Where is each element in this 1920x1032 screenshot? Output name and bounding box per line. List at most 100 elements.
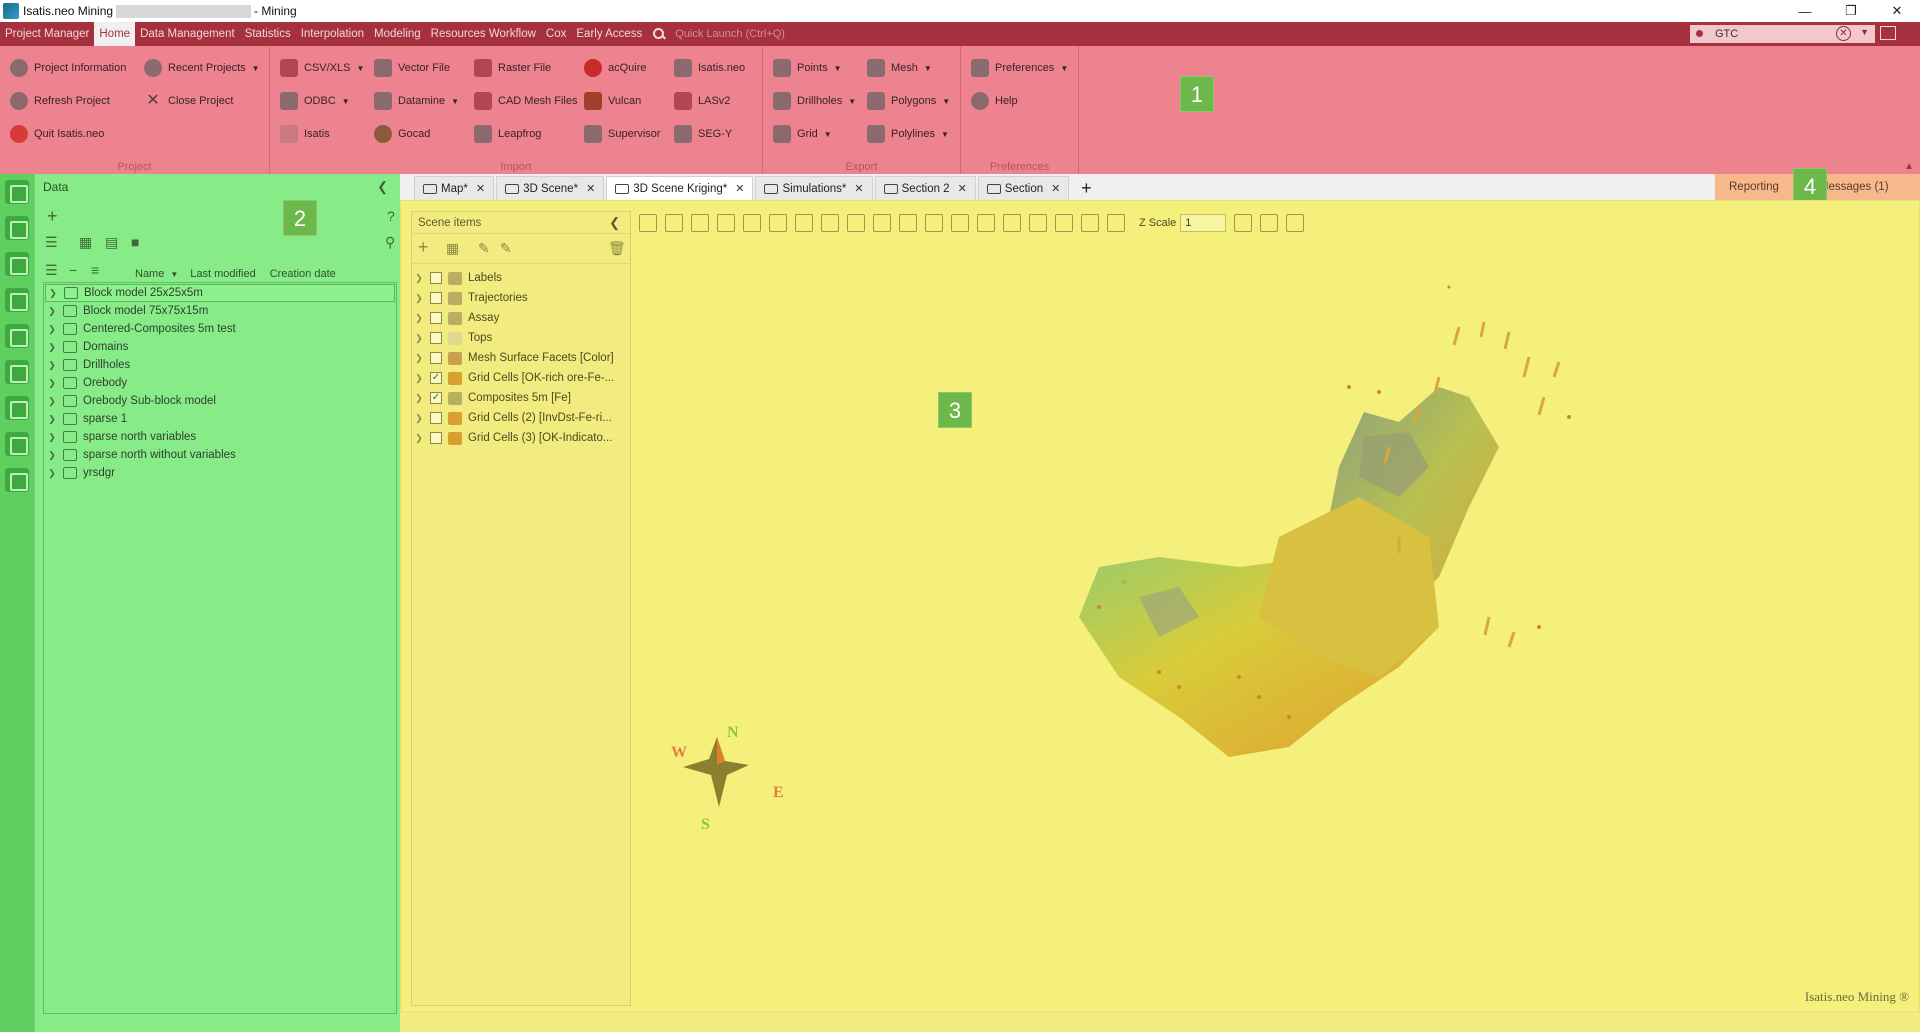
expand-icon[interactable]: ❯ xyxy=(412,353,426,364)
column-name[interactable]: Name xyxy=(135,268,164,280)
pan-hand-icon[interactable] xyxy=(769,214,787,232)
3d-viewport[interactable]: N W E S xyxy=(639,237,1914,1007)
minimize-icon[interactable]: — xyxy=(1782,0,1828,22)
marker-icon[interactable] xyxy=(1234,214,1253,232)
data-view-icon[interactable] xyxy=(5,180,29,204)
import-vector-button[interactable]: Vector File xyxy=(374,56,450,80)
menu-data-management[interactable]: Data Management xyxy=(135,22,240,46)
scene-item[interactable]: ❯ ✓ Composites 5m [Fe] xyxy=(412,388,630,408)
import-segy-button[interactable]: SEG-Y xyxy=(674,122,732,146)
tab-0[interactable]: Map* ✕ xyxy=(414,176,495,200)
scene-item[interactable]: ❯ Mesh Surface Facets [Color] xyxy=(412,348,630,368)
messages-tab[interactable]: Messages (1) xyxy=(1819,181,1889,193)
recent-projects-button[interactable]: Recent Projects ▼ xyxy=(144,56,260,80)
expand-icon[interactable]: ❯ xyxy=(45,396,59,407)
export-drillholes-button[interactable]: Drillholes ▼ xyxy=(773,89,856,113)
import-vulcan-button[interactable]: Vulcan xyxy=(584,89,641,113)
expand-icon[interactable]: ❯ xyxy=(45,432,59,443)
paste-icon[interactable] xyxy=(1107,214,1125,232)
settings-icon[interactable] xyxy=(1260,214,1279,232)
import-leapfrog-button[interactable]: Leapfrog xyxy=(474,122,541,146)
export-mesh-button[interactable]: Mesh ▼ xyxy=(867,56,932,80)
measure-icon[interactable] xyxy=(1003,214,1021,232)
expand-icon[interactable]: ❯ xyxy=(45,378,59,389)
visibility-checkbox[interactable] xyxy=(430,292,442,304)
clip-box-icon[interactable] xyxy=(873,214,891,232)
add-tab-icon[interactable]: + xyxy=(1075,178,1097,200)
save-icon[interactable] xyxy=(665,214,683,232)
export-polygons-button[interactable]: Polygons ▼ xyxy=(867,89,950,113)
clear-icon[interactable]: ✕ xyxy=(1836,26,1851,41)
expand-icon[interactable]: ❯ xyxy=(412,393,426,404)
import-gocad-button[interactable]: Gocad xyxy=(374,122,430,146)
run-icon[interactable] xyxy=(5,468,29,492)
close-tab-icon[interactable]: ✕ xyxy=(476,182,485,195)
restore-icon[interactable]: ❐ xyxy=(1828,0,1874,22)
import-isatisneo-button[interactable]: Isatis.neo xyxy=(674,56,745,80)
scene-item[interactable]: ❯ Trajectories xyxy=(412,288,630,308)
column-creation-date[interactable]: Creation date xyxy=(270,268,336,280)
close-tab-icon[interactable]: ✕ xyxy=(586,182,595,195)
copy-icon[interactable] xyxy=(1081,214,1099,232)
project-search-field[interactable]: GTC ✕ ▼ xyxy=(1690,25,1875,43)
data-tree-item[interactable]: ❯ Centered-Composites 5m test xyxy=(45,320,395,338)
data-tree-item[interactable]: ❯ Orebody xyxy=(45,374,395,392)
visibility-checkbox[interactable]: ✓ xyxy=(430,372,442,384)
close-icon[interactable]: ✕ xyxy=(1874,0,1920,22)
expand-icon[interactable]: ❯ xyxy=(45,414,59,425)
visibility-checkbox[interactable] xyxy=(430,412,442,424)
help-icon[interactable]: ? xyxy=(387,208,395,224)
export-polylines-button[interactable]: Polylines ▼ xyxy=(867,122,949,146)
expand-icon[interactable]: ❯ xyxy=(412,313,426,324)
import-odbc-button[interactable]: ODBC ▼ xyxy=(280,89,350,113)
history-icon[interactable] xyxy=(5,432,29,456)
terrain-icon[interactable] xyxy=(847,214,865,232)
help-icon[interactable] xyxy=(1286,214,1305,232)
tab-3[interactable]: Simulations* ✕ xyxy=(755,176,873,200)
import-csv-button[interactable]: CSV/XLS ▼ xyxy=(280,56,364,80)
expand-icon[interactable]: ❯ xyxy=(45,342,59,353)
data-tree-item[interactable]: ❯ yrsdgr xyxy=(45,464,395,482)
menu-statistics[interactable]: Statistics xyxy=(240,22,296,46)
import-acquire-button[interactable]: acQuire xyxy=(584,56,647,80)
expand-icon[interactable]: ❯ xyxy=(45,324,59,335)
data-tree-item[interactable]: ❯ Drillholes xyxy=(45,356,395,374)
select-pointer-icon[interactable] xyxy=(795,214,813,232)
charts-icon[interactable] xyxy=(5,252,29,276)
light-icon[interactable] xyxy=(977,214,995,232)
expand-icon[interactable]: ❯ xyxy=(45,360,59,371)
collapse-panel-icon[interactable]: ❮ xyxy=(377,179,388,195)
menu-resources-workflow[interactable]: Resources Workflow xyxy=(426,22,541,46)
scene-item[interactable]: ❯ Grid Cells (3) [OK-Indicato... xyxy=(412,428,630,448)
edit-icon[interactable]: ✎ xyxy=(478,240,490,257)
close-tab-icon[interactable]: ✕ xyxy=(1051,182,1060,195)
visibility-checkbox[interactable] xyxy=(430,332,442,344)
menu-home[interactable]: Home xyxy=(94,22,136,46)
tab-5[interactable]: Section ✕ xyxy=(977,176,1070,200)
data-tree-item[interactable]: ❯ sparse 1 xyxy=(45,410,395,428)
visibility-checkbox[interactable] xyxy=(430,352,442,364)
scene-icon[interactable] xyxy=(5,324,29,348)
view-preset-icon[interactable] xyxy=(925,214,943,232)
menu-interpolation[interactable]: Interpolation xyxy=(296,22,369,46)
zoom-icon[interactable] xyxy=(899,214,917,232)
expand-icon[interactable]: ❯ xyxy=(45,450,59,461)
data-tree-item[interactable]: ❯ Domains xyxy=(45,338,395,356)
workflow-icon[interactable] xyxy=(5,396,29,420)
tab-4[interactable]: Section 2 ✕ xyxy=(874,176,976,200)
menu-project-manager[interactable]: Project Manager xyxy=(0,22,94,46)
import-cad-mesh-button[interactable]: CAD Mesh Files xyxy=(474,89,577,113)
pick-icon[interactable] xyxy=(1055,214,1073,232)
data-tree-item[interactable]: ❯ sparse north without variables xyxy=(45,446,395,464)
import-datamine-button[interactable]: Datamine ▼ xyxy=(374,89,459,113)
import-lasv2-button[interactable]: LASv2 xyxy=(674,89,730,113)
list-view-icon[interactable]: ☰ xyxy=(45,234,58,251)
quit-button[interactable]: Quit Isatis.neo xyxy=(10,122,104,146)
scene-item[interactable]: ❯ Tops xyxy=(412,328,630,348)
reporting-tab[interactable]: Reporting xyxy=(1729,181,1779,193)
expand-icon[interactable]: ❯ xyxy=(45,468,59,479)
data-tree-item[interactable]: ❯ Orebody Sub-block model xyxy=(45,392,395,410)
expand-icon[interactable]: ❯ xyxy=(412,333,426,344)
export-points-button[interactable]: Points ▼ xyxy=(773,56,842,80)
close-tab-icon[interactable]: ✕ xyxy=(735,182,744,195)
